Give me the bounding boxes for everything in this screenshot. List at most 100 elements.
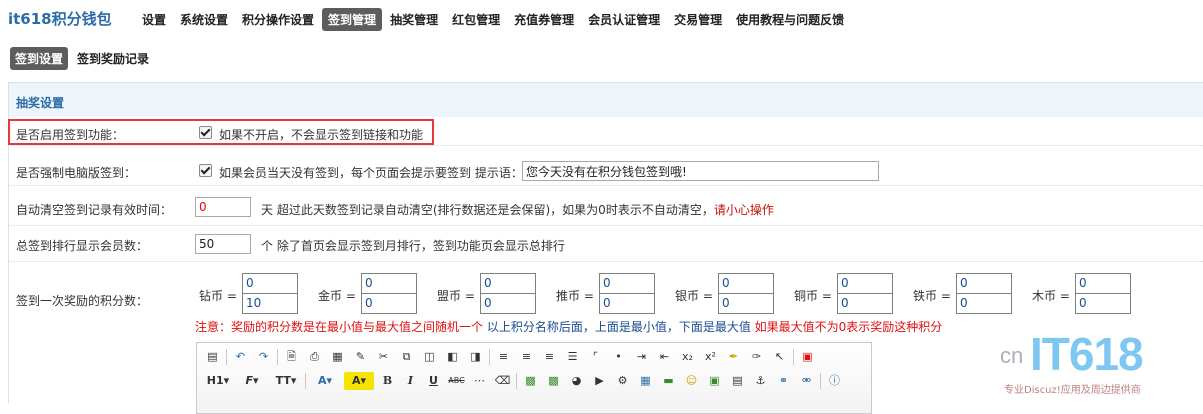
indent-icon[interactable]: ⇥	[632, 348, 651, 366]
coin-diamond-min[interactable]: 0	[243, 274, 297, 293]
reward-note-suffix: 如果最大值不为0表示奖励这种积分	[754, 320, 943, 334]
ordered-list-icon[interactable]: ⌜	[586, 348, 605, 366]
coin-alliance-max[interactable]: 0	[481, 293, 535, 313]
paste-word-icon[interactable]: ◨	[466, 348, 485, 366]
paste-text-icon[interactable]: ◧	[443, 348, 462, 366]
coin-iron-max[interactable]: 0	[957, 293, 1011, 313]
coin-copper-max[interactable]: 0	[838, 293, 892, 313]
cut-icon[interactable]: ✂	[374, 348, 393, 366]
format-brush-icon[interactable]: ✑	[747, 348, 766, 366]
nav-trade-management[interactable]: 交易管理	[668, 8, 728, 31]
unlink-icon[interactable]: ⚮	[797, 372, 816, 390]
outdent-icon[interactable]: ⇤	[655, 348, 674, 366]
unordered-list-icon[interactable]: •	[609, 348, 628, 366]
coin-wood-min[interactable]: 0	[1076, 274, 1130, 293]
copy-icon[interactable]: ⧉	[397, 348, 416, 366]
fullscreen-icon[interactable]: ▣	[798, 348, 817, 366]
coin-silver-max[interactable]: 0	[719, 293, 773, 313]
highlight-color-label: A	[351, 374, 361, 387]
insert-picture-icon[interactable]: ▣	[705, 372, 724, 390]
coin-promo-max[interactable]: 0	[600, 293, 654, 313]
insert-flash-icon[interactable]: ◕	[567, 372, 586, 390]
superscript-icon[interactable]: x²	[701, 348, 720, 366]
coin-alliance-min[interactable]: 0	[481, 274, 535, 293]
nav-system-settings[interactable]: 系统设置	[174, 8, 234, 31]
font-family-dropdown[interactable]: F▾	[237, 372, 267, 390]
rank-count-input[interactable]	[195, 234, 251, 254]
undo-icon[interactable]: ↶	[231, 348, 250, 366]
font-dropdown-label: F	[245, 374, 253, 387]
insert-image-icon[interactable]: ▩	[521, 372, 540, 390]
nav-redpacket-management[interactable]: 红包管理	[446, 8, 506, 31]
row-auto-clear: 自动清空签到记录有效时间： 天 超过此天数签到记录自动清空(排行数据还是会保留)…	[8, 191, 1203, 226]
insert-media-icon[interactable]: ▶	[590, 372, 609, 390]
rank-count-label: 总签到排行显示会员数：	[16, 239, 149, 253]
help-icon[interactable]: ⓘ	[825, 372, 844, 390]
tab-checkin-settings[interactable]: 签到设置	[10, 47, 69, 70]
coin-wood-max[interactable]: 0	[1076, 293, 1130, 313]
template-icon[interactable]: ▦	[328, 348, 347, 366]
highlight-color-dropdown[interactable]: A▾	[344, 372, 374, 390]
font-size-dropdown[interactable]: TT▾	[271, 372, 301, 390]
font-color-dropdown[interactable]: A▾	[310, 372, 340, 390]
nav-points-operation[interactable]: 积分操作设置	[236, 8, 320, 31]
redo-icon[interactable]: ↷	[254, 348, 273, 366]
nav-voucher-management[interactable]: 充值券管理	[508, 8, 580, 31]
strikethrough-button[interactable]: ABC	[447, 372, 466, 390]
nav-settings[interactable]: 设置	[136, 8, 172, 31]
logo-tagline: 专业Discuz!应用及周边提供商	[1004, 385, 1141, 396]
app-logo-text[interactable]: it618积分钱包	[8, 8, 112, 29]
print-icon[interactable]: ⎙	[305, 348, 324, 366]
insert-multi-image-icon[interactable]: ▩	[544, 372, 563, 390]
align-left-icon[interactable]: ≡	[494, 348, 513, 366]
coin-silver-min[interactable]: 0	[719, 274, 773, 293]
force-checkin-checkbox[interactable]	[199, 164, 212, 177]
toolbar-divider	[516, 373, 517, 389]
subscript-icon[interactable]: x₂	[678, 348, 697, 366]
nav-member-verification[interactable]: 会员认证管理	[582, 8, 666, 31]
checkin-prompt-input[interactable]	[522, 161, 879, 181]
auto-clear-days-input[interactable]	[195, 197, 251, 217]
code-icon[interactable]: ✎	[351, 348, 370, 366]
top-navigation: 设置 系统设置 积分操作设置 签到管理 抽奖管理 红包管理 充值券管理 会员认证…	[136, 8, 852, 31]
bold-button[interactable]: B	[378, 372, 397, 390]
panel-header: 抽奖设置	[9, 83, 1203, 117]
heading-dropdown[interactable]: H1▾	[203, 372, 233, 390]
align-right-icon[interactable]: ≡	[540, 348, 559, 366]
clear-format-icon[interactable]: ✒	[724, 348, 743, 366]
insert-table-icon[interactable]: ▦	[636, 372, 655, 390]
horizontal-rule-icon[interactable]: ▬	[659, 372, 678, 390]
align-center-icon[interactable]: ≡	[517, 348, 536, 366]
emoticon-icon[interactable]: ☺	[682, 372, 701, 390]
anchor-icon[interactable]: ⚓	[751, 372, 770, 390]
page-break-icon[interactable]: ▤	[728, 372, 747, 390]
italic-button[interactable]: I	[401, 372, 420, 390]
nav-checkin-management[interactable]: 签到管理	[322, 8, 383, 31]
nav-tutorial-feedback[interactable]: 使用教程与问题反馈	[730, 8, 850, 31]
line-height-icon[interactable]: ⋯	[470, 372, 489, 390]
align-justify-icon[interactable]: ☰	[563, 348, 582, 366]
paste-icon[interactable]: ◫	[420, 348, 439, 366]
size-dropdown-label: TT	[275, 374, 291, 387]
eraser-icon[interactable]: ⌫	[493, 372, 512, 390]
select-all-icon[interactable]: ↖	[770, 348, 789, 366]
coin-iron-min[interactable]: 0	[957, 274, 1011, 293]
attachment-icon[interactable]: ⚙	[613, 372, 632, 390]
reward-points-label: 签到一次奖励的积分数：	[16, 294, 149, 308]
coin-gold-max[interactable]: 0	[362, 293, 416, 313]
editor-toolbar-row-2: H1▾ F▾ TT▾ A▾ A▾ B I U ABC ⋯ ⌫ ▩ ▩ ◕ ▶ ⚙…	[203, 372, 848, 390]
preview-icon[interactable]: 🗎	[282, 348, 301, 366]
nav-lottery-management[interactable]: 抽奖管理	[384, 8, 444, 31]
coin-label-silver: 银币 =	[675, 289, 713, 303]
link-icon[interactable]: ⚭	[774, 372, 793, 390]
source-icon[interactable]: ▤	[203, 348, 222, 366]
row-force-pc-checkin: 是否强制电脑版签到： 如果会员当天没有签到，每个页面会提示要签到 提示语：	[8, 155, 1203, 186]
coin-gold-min[interactable]: 0	[362, 274, 416, 293]
coin-promo-min[interactable]: 0	[600, 274, 654, 293]
underline-button[interactable]: U	[424, 372, 443, 390]
coin-copper-min[interactable]: 0	[838, 274, 892, 293]
coin-wood-inputs: 0 0	[1075, 273, 1131, 314]
coin-diamond-max[interactable]: 10	[243, 293, 297, 313]
tab-checkin-reward-records[interactable]: 签到奖励记录	[72, 47, 154, 70]
reward-note: 注意：奖励的积分数是在最小值与最大值之间随机一个 以上积分名称后面，上面是最小值…	[195, 318, 942, 335]
